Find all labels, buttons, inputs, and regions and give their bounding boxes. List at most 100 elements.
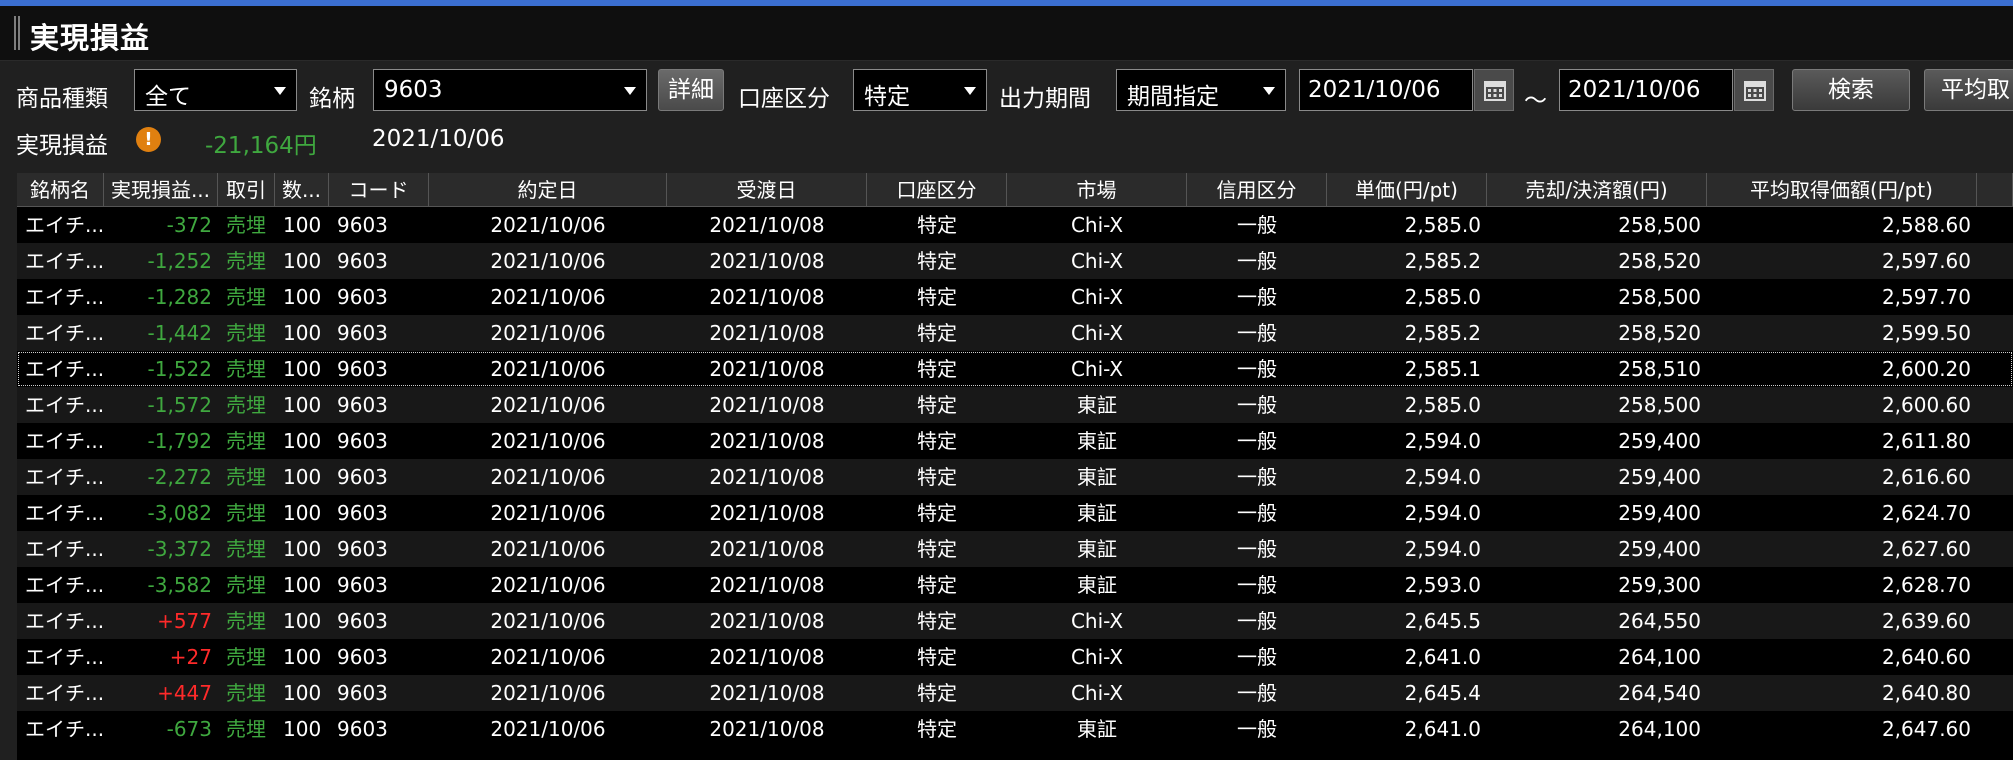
name-cell: エイチ... [25, 321, 104, 345]
chevron-down-icon [624, 87, 636, 95]
table-row[interactable]: エイチ... -1,522 売埋 100 9603 2021/10/06 2021/10/0… [17, 351, 2013, 387]
execution-date-column-header[interactable]: 約定日 [429, 173, 667, 207]
table-row[interactable]: エイチ... -1,282 売埋 100 9603 2021/10/06 2021/10/0… [17, 279, 2013, 315]
realized-pl-cell: -1,252 [147, 249, 212, 273]
trade-cell: 売埋 [226, 681, 266, 705]
product-type-select[interactable]: 全て [134, 69, 297, 111]
average-price-column-header[interactable]: 平均取得価額(円/pt) [1707, 173, 1977, 207]
credit-type-cell: 一般 [1237, 213, 1277, 237]
code-column-header[interactable]: コード [329, 173, 429, 207]
quantity-cell: 100 [283, 573, 322, 597]
realized-pl-cell: -1,792 [147, 429, 212, 453]
account-type-cell: 特定 [917, 321, 957, 345]
average-price-cell: 2,627.60 [1881, 537, 1971, 561]
credit-type-cell: 一般 [1237, 249, 1277, 273]
code-cell: 9603 [337, 249, 388, 273]
unit-price-cell: 2,594.0 [1404, 537, 1481, 561]
table-row[interactable]: エイチ... -1,252 売埋 100 9603 2021/10/06 2021/10/0… [17, 243, 2013, 279]
trade-cell: 売埋 [226, 393, 266, 417]
table-row[interactable]: エイチ... +447 売埋 100 9603 2021/10/06 2021/10/08 特… [17, 675, 2013, 711]
average-button[interactable]: 平均取 [1924, 69, 2013, 111]
unit-price-cell: 2,641.0 [1404, 717, 1481, 741]
market-cell: 東証 [1077, 429, 1117, 453]
trade-column-header[interactable]: 取引 [218, 173, 275, 207]
unit-price-cell: 2,585.0 [1404, 285, 1481, 309]
trade-cell: 売埋 [226, 321, 266, 345]
account-type-cell: 特定 [917, 285, 957, 309]
date-to-calendar-button[interactable] [1734, 69, 1774, 111]
account-type-cell: 特定 [917, 573, 957, 597]
execution-date-cell: 2021/10/06 [490, 609, 606, 633]
settlement-date-cell: 2021/10/08 [709, 681, 825, 705]
name-cell: エイチ... [25, 357, 104, 381]
account-type-select[interactable]: 特定 [853, 69, 987, 111]
market-cell: Chi-X [1070, 249, 1124, 273]
realized-pl-table[interactable]: 銘柄名 実現損益... 取引 数... コード 約定日 受渡日 口座区分 市場 信用区分 単価(円/… [17, 173, 2013, 760]
name-cell: エイチ... [25, 249, 104, 273]
table-row[interactable]: エイチ... -1,572 売埋 100 9603 2021/10/06 2021/10/0… [17, 387, 2013, 423]
quantity-cell: 100 [283, 285, 322, 309]
quantity-cell: 100 [283, 321, 322, 345]
account-type-cell: 特定 [917, 645, 957, 669]
quantity-cell: 100 [283, 249, 322, 273]
settlement-date-cell: 2021/10/08 [709, 645, 825, 669]
market-column-header[interactable]: 市場 [1007, 173, 1187, 207]
table-row[interactable]: エイチ... -3,372 売埋 100 9603 2021/10/06 2021/10/0… [17, 531, 2013, 567]
execution-date-cell: 2021/10/06 [490, 357, 606, 381]
date-from-calendar-button[interactable] [1474, 69, 1514, 111]
trade-cell: 売埋 [226, 717, 266, 741]
name-cell: エイチ... [25, 573, 104, 597]
quantity-column-header[interactable]: 数... [275, 173, 329, 207]
period-value: 期間指定 [1127, 84, 1219, 110]
sale-amount-column-header[interactable]: 売却/決済額(円) [1487, 173, 1707, 207]
date-to-input[interactable]: 2021/10/06 [1559, 69, 1733, 111]
period-select[interactable]: 期間指定 [1116, 69, 1286, 111]
code-cell: 9603 [337, 681, 388, 705]
date-from-input[interactable]: 2021/10/06 [1299, 69, 1473, 111]
drag-grip-icon[interactable] [14, 16, 22, 50]
credit-type-cell: 一般 [1237, 537, 1277, 561]
settlement-date-column-header[interactable]: 受渡日 [667, 173, 867, 207]
account-type-cell: 特定 [917, 537, 957, 561]
average-price-cell: 2,597.70 [1881, 285, 1971, 309]
chevron-down-icon [274, 87, 286, 95]
table-row[interactable]: エイチ... -673 売埋 100 9603 2021/10/06 2021/10/08 特… [17, 711, 2013, 747]
symbol-value: 9603 [384, 77, 443, 103]
sale-amount-cell: 258,500 [1618, 213, 1701, 237]
product-type-value: 全て [145, 84, 191, 110]
account-type-cell: 特定 [917, 465, 957, 489]
table-row[interactable]: エイチ... -3,082 売埋 100 9603 2021/10/06 2021/10/0… [17, 495, 2013, 531]
settlement-date-cell: 2021/10/08 [709, 321, 825, 345]
warning-icon[interactable]: ! [136, 127, 161, 152]
average-price-cell: 2,600.60 [1881, 393, 1971, 417]
table-row[interactable]: エイチ... -372 売埋 100 9603 2021/10/06 2021/10/08 特… [17, 207, 2013, 243]
credit-type-column-header[interactable]: 信用区分 [1187, 173, 1327, 207]
table-row[interactable]: エイチ... -2,272 売埋 100 9603 2021/10/06 2021/10/0… [17, 459, 2013, 495]
realized-pl-column-header[interactable]: 実現損益... [104, 173, 218, 207]
unit-price-column-header[interactable]: 単価(円/pt) [1327, 173, 1487, 207]
execution-date-cell: 2021/10/06 [490, 537, 606, 561]
table-row[interactable]: エイチ... +27 売埋 100 9603 2021/10/06 2021/10/08 特定… [17, 639, 2013, 675]
average-price-cell: 2,639.60 [1881, 609, 1971, 633]
unit-price-cell: 2,593.0 [1404, 573, 1481, 597]
symbol-select[interactable]: 9603 [373, 69, 647, 111]
account-type-column-header[interactable]: 口座区分 [867, 173, 1007, 207]
name-cell: エイチ... [25, 213, 104, 237]
settlement-date-cell: 2021/10/08 [709, 573, 825, 597]
market-cell: 東証 [1077, 537, 1117, 561]
table-row[interactable]: エイチ... -1,442 売埋 100 9603 2021/10/06 2021/10/0… [17, 315, 2013, 351]
trade-cell: 売埋 [226, 249, 266, 273]
table-row[interactable]: エイチ... -1,792 売埋 100 9603 2021/10/06 2021/10/0… [17, 423, 2013, 459]
account-type-cell: 特定 [917, 501, 957, 525]
search-button[interactable]: 検索 [1792, 69, 1910, 111]
credit-type-cell: 一般 [1237, 285, 1277, 309]
sale-amount-cell: 259,400 [1618, 537, 1701, 561]
table-row[interactable]: エイチ... -3,582 売埋 100 9603 2021/10/06 2021/10/0… [17, 567, 2013, 603]
market-cell: 東証 [1077, 465, 1117, 489]
name-column-header[interactable]: 銘柄名 [17, 173, 104, 207]
header-filler [1977, 173, 2013, 207]
table-row[interactable]: エイチ... +577 売埋 100 9603 2021/10/06 2021/10/08 特… [17, 603, 2013, 639]
sale-amount-cell: 258,520 [1618, 249, 1701, 273]
execution-date-cell: 2021/10/06 [490, 249, 606, 273]
detail-button[interactable]: 詳細 [658, 69, 724, 111]
